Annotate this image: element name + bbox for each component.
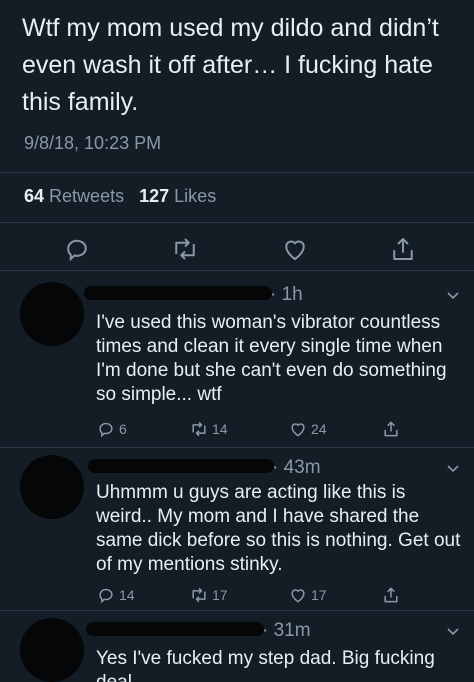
reply-tweet[interactable]: · 31m Yes I've fucked my step dad. Big f… (0, 610, 474, 682)
avatar[interactable] (20, 618, 84, 682)
reply-time[interactable]: · 43m (272, 457, 321, 479)
like-button[interactable]: 17 (288, 584, 327, 606)
share-icon (384, 421, 398, 437)
like-button[interactable]: 24 (288, 418, 327, 440)
retweet-icon (175, 238, 195, 260)
retweet-button[interactable]: 14 (189, 418, 228, 440)
tweet-timestamp[interactable]: 9/8/18, 10:23 PM (24, 133, 161, 154)
retweet-icon (192, 421, 206, 437)
reply-text: Uhmmm u guys are acting like this is wei… (96, 482, 461, 575)
tweet-action-bar (0, 228, 474, 268)
likes-label[interactable]: Likes (174, 186, 216, 206)
redacted-username (84, 286, 272, 300)
retweet-button[interactable] (170, 234, 200, 264)
retweets-label[interactable]: Retweets (49, 186, 124, 206)
like-icon (291, 423, 305, 437)
reply-action-bar: 6 14 24 (96, 418, 456, 444)
reply-button[interactable]: 14 (96, 584, 135, 606)
retweet-count: 14 (212, 421, 228, 437)
share-button[interactable] (381, 418, 404, 440)
reply-count: 14 (119, 587, 135, 603)
share-button[interactable] (381, 584, 404, 606)
redacted-username (88, 459, 274, 473)
divider (0, 172, 474, 173)
reply-button[interactable]: 6 (96, 418, 127, 440)
avatar[interactable] (20, 455, 84, 519)
like-count: 24 (311, 421, 327, 437)
reply-action-bar: 14 17 17 (96, 584, 456, 610)
divider (0, 270, 474, 271)
like-count: 17 (311, 587, 327, 603)
avatar[interactable] (20, 282, 84, 346)
divider (0, 222, 474, 223)
reply-time[interactable]: · 31m (262, 620, 311, 642)
chevron-down-icon[interactable] (446, 288, 460, 302)
reply-icon (67, 239, 87, 262)
share-button[interactable] (388, 234, 418, 264)
retweet-icon (192, 587, 206, 603)
reply-time[interactable]: · 1h (270, 284, 303, 306)
like-button[interactable] (280, 234, 310, 264)
retweet-button[interactable]: 17 (189, 584, 228, 606)
like-icon (285, 240, 305, 261)
like-icon (291, 589, 305, 603)
divider (0, 447, 474, 448)
reply-text: Yes I've fucked my step dad. Big fucking… (96, 648, 435, 682)
reply-count: 6 (119, 421, 127, 437)
redacted-username (86, 622, 264, 636)
likes-count[interactable]: 127 (139, 186, 169, 206)
share-icon (384, 587, 398, 603)
chevron-down-icon[interactable] (446, 461, 460, 475)
tweet-stats: 64 Retweets 127 Likes (24, 186, 216, 207)
reply-icon (99, 422, 113, 438)
reply-button[interactable] (62, 234, 92, 264)
share-icon (393, 238, 413, 260)
chevron-down-icon[interactable] (446, 624, 460, 638)
retweet-count: 17 (212, 587, 228, 603)
retweets-count[interactable]: 64 (24, 186, 44, 206)
tweet-text: Wtf my mom used my dildo and didn’t even… (22, 14, 439, 116)
reply-text: I've used this woman's vibrator countles… (96, 312, 447, 405)
reply-icon (99, 588, 113, 604)
